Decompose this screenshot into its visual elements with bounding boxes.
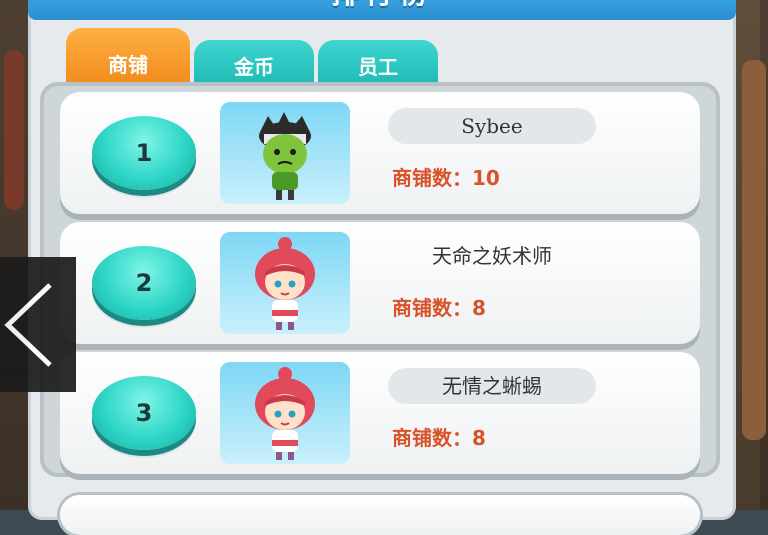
shop-count-label: 商铺数： bbox=[392, 426, 472, 450]
back-button[interactable] bbox=[0, 257, 76, 392]
rank-badge: 3 bbox=[92, 376, 196, 450]
background-decoration bbox=[4, 50, 24, 210]
leaderboard-row[interactable]: 2 天命之妖术师 商铺数：8 bbox=[60, 222, 700, 344]
leaderboard-row[interactable]: 3 无情之蜥蜴 商铺数：8 bbox=[60, 352, 700, 474]
title-bar: 排行榜 bbox=[28, 0, 736, 20]
tab-staff[interactable]: 员工 bbox=[318, 40, 438, 86]
player-name: 无情之蜥蜴 bbox=[388, 368, 596, 404]
leaderboard-row[interactable]: 1 Sybee 商铺数：10 bbox=[60, 92, 700, 214]
pink-hair-girl-icon bbox=[220, 362, 350, 464]
player-name: Sybee bbox=[388, 108, 596, 144]
shop-count-label: 商铺数： bbox=[392, 296, 472, 320]
shop-count-value: 8 bbox=[472, 426, 486, 450]
leaderboard-row-partial[interactable] bbox=[60, 495, 700, 535]
page-title: 排行榜 bbox=[28, 0, 736, 12]
rank-badge: 2 bbox=[92, 246, 196, 320]
shop-count: 商铺数：8 bbox=[392, 292, 486, 321]
tab-gold[interactable]: 金币 bbox=[194, 40, 314, 86]
shop-count-value: 8 bbox=[472, 296, 486, 320]
pink-hair-girl-icon bbox=[220, 232, 350, 334]
leaderboard-list[interactable]: 1 Sybee 商铺数：10 2 天命之妖术师 商铺数：8 3 无情之蜥蜴 商铺… bbox=[40, 82, 720, 477]
shop-count: 商铺数：10 bbox=[392, 162, 500, 191]
shop-count-value: 10 bbox=[472, 166, 500, 190]
player-name: 天命之妖术师 bbox=[432, 244, 552, 268]
tab-shops[interactable]: 商铺 bbox=[66, 28, 190, 86]
background-decoration bbox=[742, 60, 766, 440]
green-hero-icon bbox=[220, 102, 350, 204]
rank-badge: 1 bbox=[92, 116, 196, 190]
shop-count: 商铺数：8 bbox=[392, 422, 486, 451]
shop-count-label: 商铺数： bbox=[392, 166, 472, 190]
chevron-left-icon bbox=[4, 283, 52, 367]
